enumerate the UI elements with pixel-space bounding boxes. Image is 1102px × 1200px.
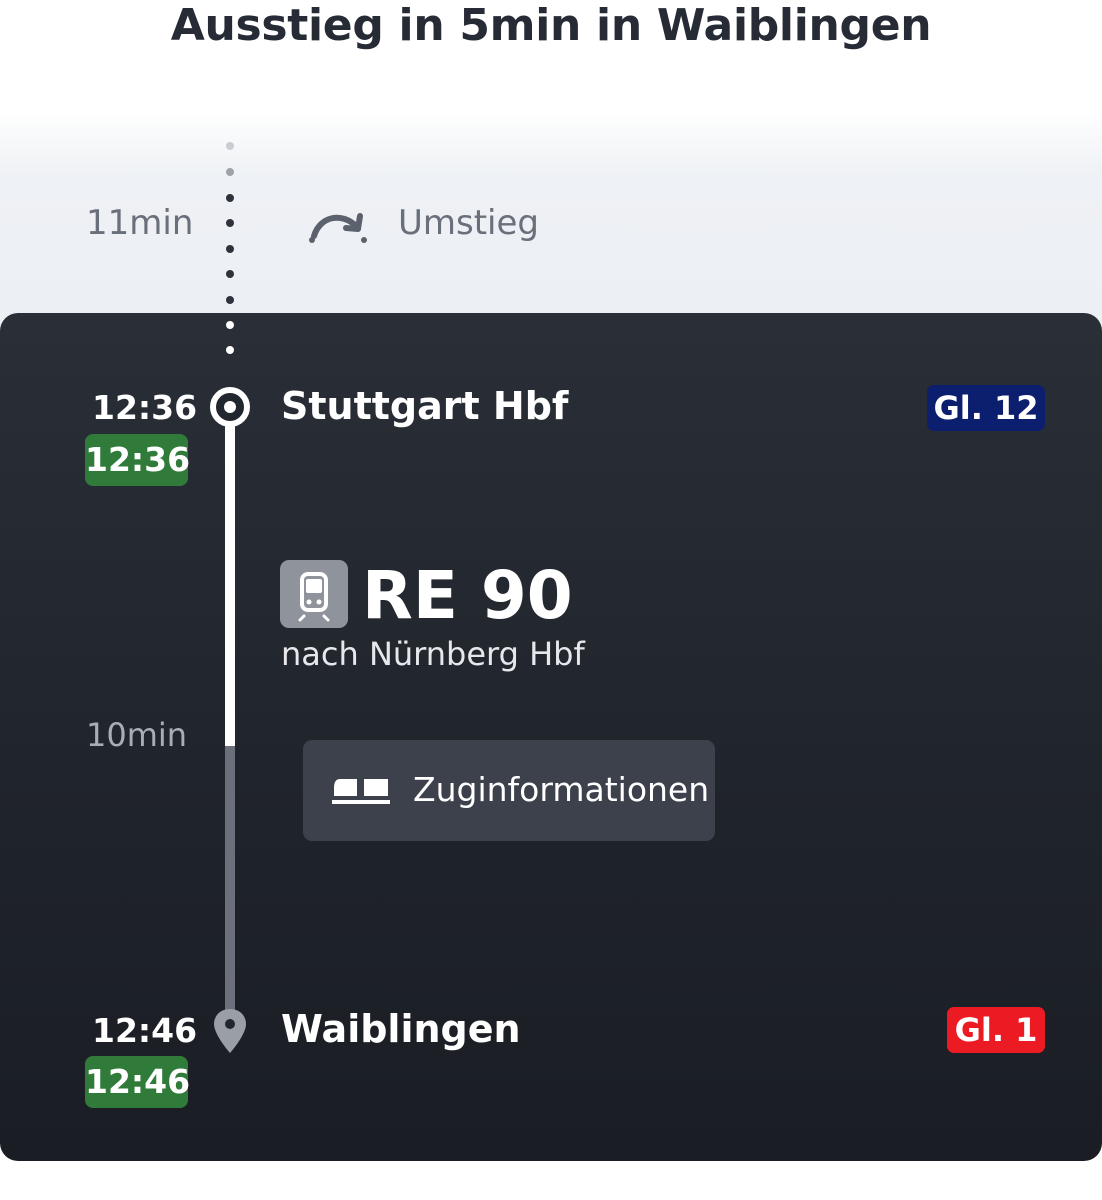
connector-dot [226, 270, 234, 278]
destination-station[interactable]: Waiblingen [281, 1007, 521, 1051]
train-line-number: RE 90 [362, 557, 573, 634]
train-coach-icon [332, 779, 390, 804]
origin-station[interactable]: Stuttgart Hbf [281, 384, 568, 428]
connector-dot [226, 168, 234, 176]
destination-live-time: 12:46 [85, 1056, 190, 1108]
connector-dot [226, 245, 234, 253]
origin-platform-badge: Gl. 12 [927, 385, 1045, 431]
train-direction: nach Nürnberg Hbf [281, 635, 585, 673]
transfer-duration: 11min [86, 203, 194, 243]
train-info-label: Zuginformationen [413, 770, 710, 809]
connector-dot [226, 296, 234, 304]
origin-stop-icon [210, 387, 250, 427]
route-line-remaining [225, 746, 235, 1018]
connector-dot [226, 194, 234, 202]
origin-scheduled-time: 12:36 [92, 388, 198, 427]
connector-dot [226, 346, 234, 354]
leg-duration: 10min [86, 716, 188, 754]
train-info-button[interactable]: Zuginformationen [303, 740, 715, 841]
destination-platform-badge: Gl. 1 [947, 1007, 1045, 1053]
train-icon [280, 560, 348, 628]
destination-pin-icon [214, 1009, 246, 1053]
connector-dot [226, 321, 234, 329]
route-line-travelled [225, 422, 235, 746]
connector-dot [226, 219, 234, 227]
transfer-label: Umstieg [398, 203, 539, 243]
page-title: Ausstieg in 5min in Waiblingen [170, 0, 932, 51]
connector-dot [226, 142, 234, 150]
origin-live-time: 12:36 [85, 434, 190, 486]
destination-scheduled-time: 12:46 [92, 1011, 198, 1050]
transfer-arrow-icon [309, 213, 367, 243]
